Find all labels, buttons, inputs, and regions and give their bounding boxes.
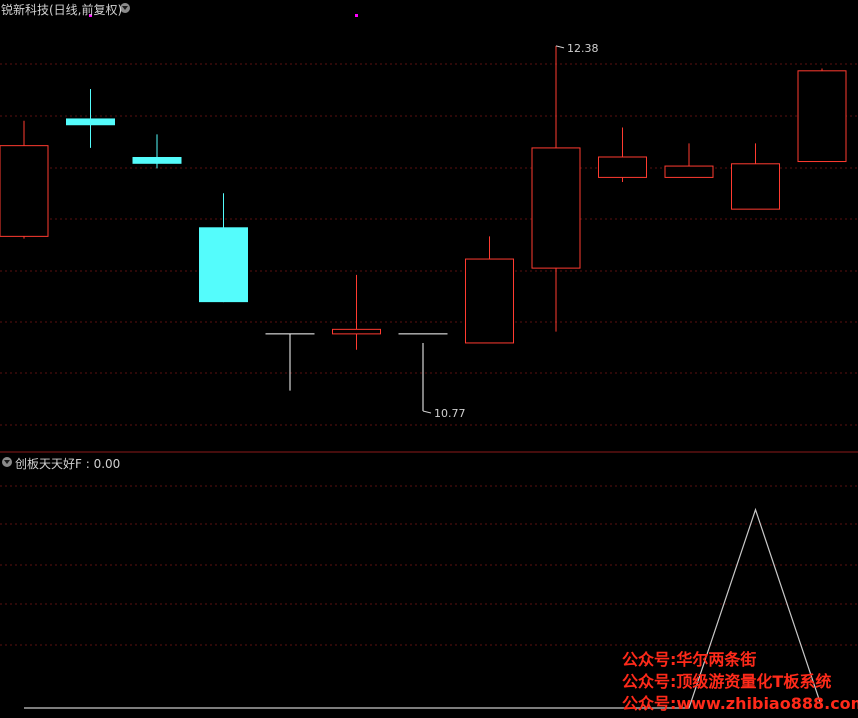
indicator-grid [0, 485, 858, 646]
annotation-label: 12.38 [567, 42, 599, 55]
candle-body [66, 118, 115, 126]
candle-body [731, 163, 780, 210]
markers-layer [89, 14, 358, 17]
candle-body [797, 70, 847, 163]
signal-marker [355, 14, 358, 17]
candle-body [465, 258, 514, 344]
candle-body [332, 328, 381, 335]
annotation-leader [555, 45, 565, 49]
candle-body [598, 156, 647, 178]
candle-body [132, 156, 182, 164]
kline-chart[interactable]: 12.38 10.77 [0, 0, 858, 718]
chevron-down-icon[interactable] [2, 457, 12, 467]
candles-layer [0, 45, 847, 411]
candle-body [664, 165, 714, 178]
candle-body [0, 145, 49, 237]
annotation-leader [422, 410, 432, 414]
annotation-label: 10.77 [434, 407, 466, 420]
indicator-title: 创板天天好F : 0.00 [15, 457, 121, 471]
watermark-line: 公众号:华尔两条街 [622, 650, 757, 669]
price-grid [0, 63, 858, 426]
watermark-line: 公众号:顶级游资量化T板系统 [622, 672, 832, 691]
candle-body [531, 147, 581, 269]
chart-title: 锐新科技(日线,前复权) [1, 3, 123, 17]
candle-body [199, 227, 248, 303]
watermark-line: 公众号:www.zhibiao888.com [622, 694, 858, 713]
